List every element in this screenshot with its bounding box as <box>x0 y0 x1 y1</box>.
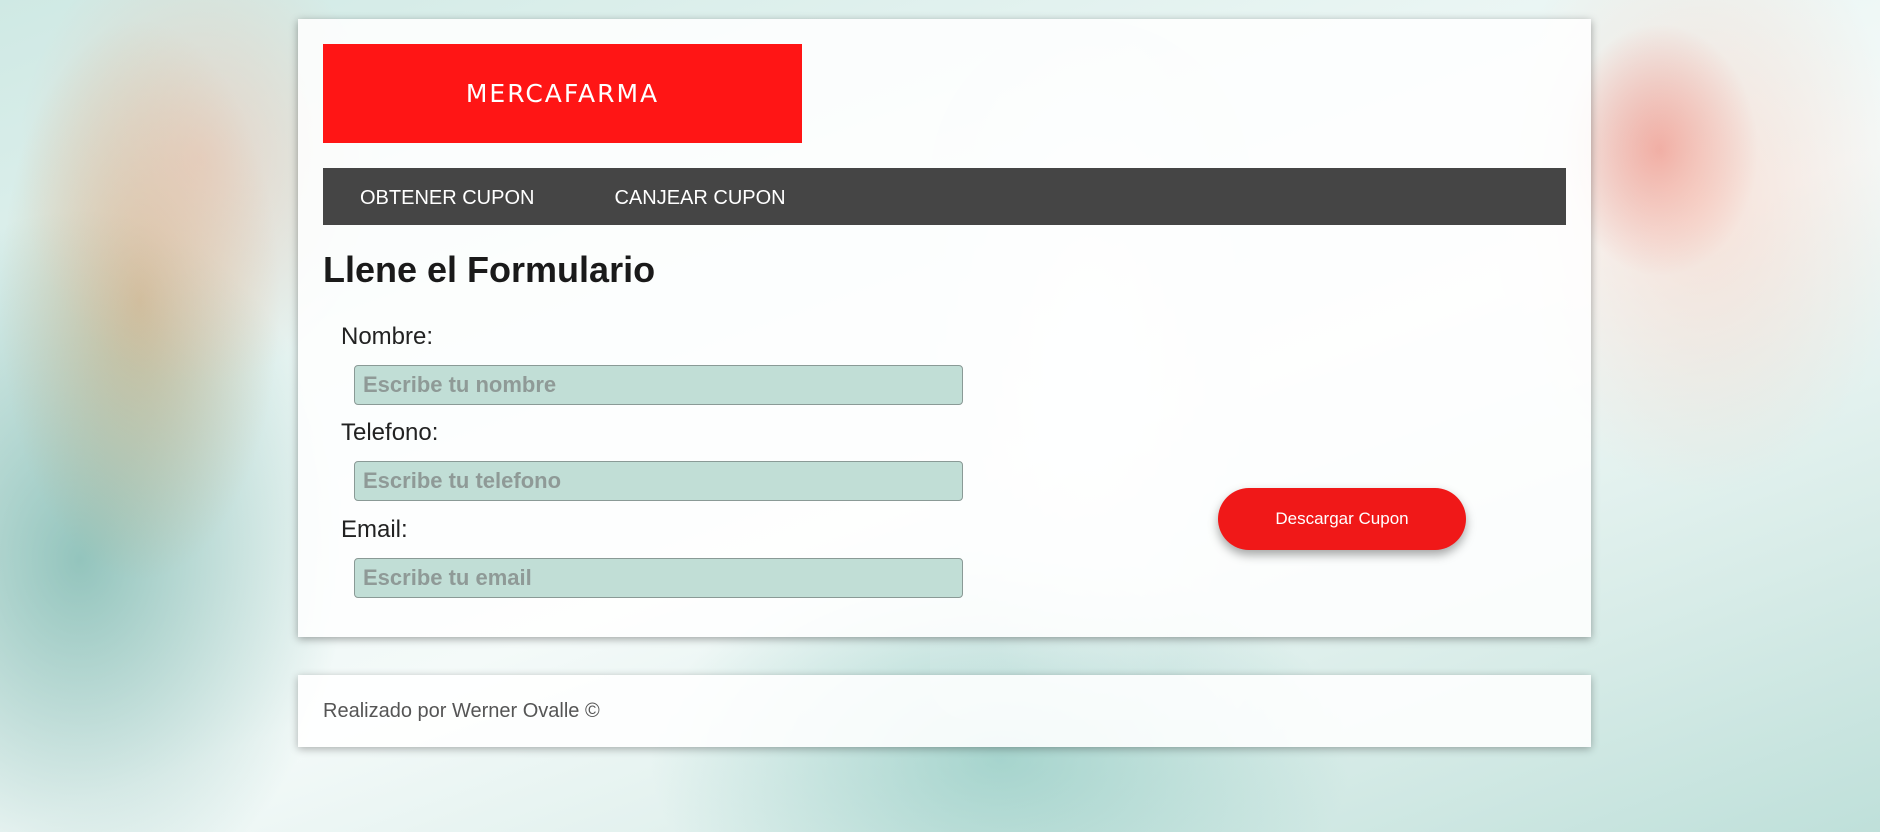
logo: MERCAFARMA <box>323 44 802 143</box>
phone-input[interactable] <box>354 461 963 501</box>
name-label: Nombre: <box>341 323 434 350</box>
footer-credit: Realizado por Werner Ovalle © <box>323 699 600 722</box>
name-input[interactable] <box>354 365 963 405</box>
logo-text: MERCAFARMA <box>465 79 660 108</box>
nav-bar: OBTENER CUPON CANJEAR CUPON <box>323 168 1566 225</box>
phone-label: Telefono: <box>341 419 439 446</box>
nav-item-canjear-cupon[interactable]: CANJEAR CUPON <box>614 183 785 210</box>
download-coupon-button[interactable]: Descargar Cupon <box>1218 488 1466 550</box>
footer: Realizado por Werner Ovalle © <box>298 675 1591 747</box>
email-input[interactable] <box>354 558 963 598</box>
form-title: Llene el Formulario <box>323 249 656 290</box>
nav-item-obtener-cupon[interactable]: OBTENER CUPON <box>360 183 534 210</box>
email-label: Email: <box>341 516 408 543</box>
main-panel: MERCAFARMA OBTENER CUPON CANJEAR CUPON L… <box>298 19 1591 637</box>
